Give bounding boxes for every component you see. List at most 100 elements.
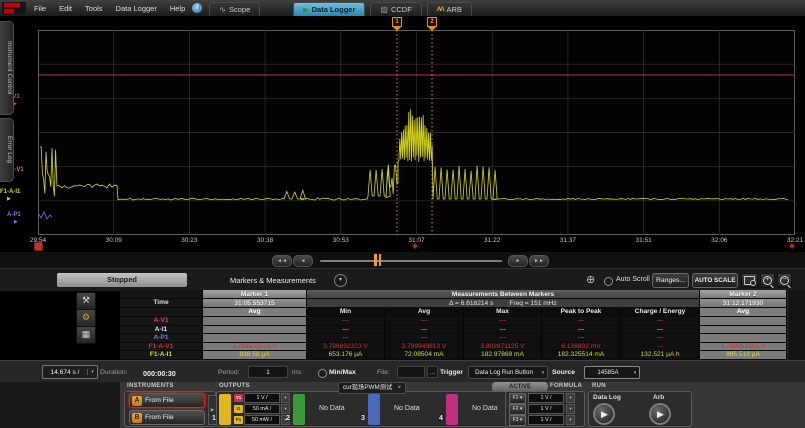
chevron-down-icon: ▾ (631, 370, 639, 376)
axis-marker1-dot (412, 243, 418, 249)
menu-data-logger[interactable]: Data Logger (116, 4, 157, 13)
marker-flag-2[interactable]: 2 (427, 17, 437, 30)
marker-flag-1[interactable]: 1 (392, 17, 402, 30)
info-icon[interactable]: i (192, 3, 202, 13)
menu-tools[interactable]: Tools (85, 4, 103, 13)
col-header-min: Min (307, 308, 385, 317)
screenshot-button[interactable] (741, 273, 758, 288)
output-scale-dropdown[interactable]: 50 mW / (244, 415, 280, 425)
no-data-label: No Data (394, 405, 420, 412)
chevron-down-icon[interactable]: ▾ (281, 393, 290, 403)
marker2-header: Marker 2 (700, 290, 787, 299)
play-button-data-log[interactable]: ▶ (593, 403, 615, 425)
menu-file[interactable]: File (34, 4, 46, 13)
formula-f3-button[interactable]: F3 ▾ (509, 415, 526, 426)
file-input[interactable] (397, 366, 425, 378)
instrument-label: From File (145, 397, 174, 404)
instrument-a-button[interactable]: AFrom File (129, 393, 205, 408)
row-label-a-i1: A-I1 (120, 326, 203, 335)
formula-row-f1: F1 ▾1 V /▾ (509, 393, 575, 403)
output-scale-dropdown[interactable]: 50 mA / (244, 404, 280, 414)
play-icon: ▶ (657, 409, 664, 420)
trigger-dropdown[interactable]: Data Log Run Button ▾ (468, 366, 548, 379)
menu-edit[interactable]: Edit (59, 4, 72, 13)
scroll-left-button[interactable]: ◄ (293, 255, 313, 267)
output-i1-icon: I1 (234, 405, 243, 413)
tab-ccdf[interactable]: ▧CCDF (370, 2, 421, 16)
app-tabs: ∿Scope ▶Data Logger ▧CCDF ΛΛARB (209, 0, 472, 16)
chevron-down-icon[interactable]: ▾ (334, 274, 347, 287)
formula-f2-button[interactable]: F2 ▾ (509, 404, 526, 415)
play-button-arb[interactable]: ▶ (649, 403, 671, 425)
stopped-button[interactable]: Stopped (57, 273, 187, 287)
zoom-out-button[interactable]: − (777, 273, 792, 288)
tab-data-logger[interactable]: ▶Data Logger (293, 2, 365, 16)
channel-bar-4[interactable] (446, 394, 458, 425)
chevron-down-icon: ▾ (87, 369, 97, 375)
bottom-left-blank (0, 382, 120, 428)
peak-to-peak-value-f1-a-i1: 182.325514 mA (542, 351, 621, 360)
formula-scale-dropdown[interactable]: 1 V / (528, 393, 564, 403)
instrument-b-button[interactable]: BFrom File (129, 410, 205, 425)
grid-icon[interactable]: ▦ (76, 326, 96, 344)
source-d ropdown[interactable]: 14585A ▾ (584, 366, 640, 379)
duration-value[interactable]: 000:00:30 (143, 369, 176, 378)
marker1-value-a-p1 (203, 334, 307, 343)
zoom-in-button[interactable]: + (760, 273, 775, 288)
ranges-button[interactable]: Ranges... (652, 273, 689, 288)
crosshair-icon[interactable]: ⊕ (586, 273, 595, 286)
chevron-down-icon[interactable]: ▾ (566, 393, 575, 403)
channel-bar-2[interactable] (293, 394, 305, 425)
x-axis-label: 31:51 (635, 237, 651, 244)
x-axis-label: 29:54 (30, 237, 46, 244)
scroll-far-left-button[interactable]: ◄◄ (272, 255, 292, 267)
peak-to-peak-value-a-v1: --- (542, 317, 621, 326)
menu-help[interactable]: Help (170, 4, 185, 13)
formula-scale-dropdown[interactable]: 1 V / (528, 404, 564, 414)
formula-f1-button[interactable]: F1 ▾ (509, 393, 526, 404)
avg-value-a-i1: --- (385, 326, 464, 335)
marker2-value-f1-a-i1: 895.518 µA (700, 351, 787, 360)
wrench-icon[interactable]: ⚒ (76, 292, 96, 310)
duration-label: Duration: (100, 369, 128, 376)
auto-scale-button[interactable]: AUTO SCALE (692, 273, 738, 288)
time-scale-button[interactable]: 14.674 s / ▾ (42, 365, 98, 379)
row-label-a-p1: A-P1 (120, 334, 203, 343)
scrollbar-track[interactable] (320, 260, 502, 262)
scrollbar-handle[interactable] (372, 254, 383, 266)
chevron-down-icon[interactable]: ▾ (566, 404, 575, 414)
chevron-down-icon[interactable]: ▾ (281, 404, 290, 414)
settings-icon[interactable]: ⚙ (76, 309, 96, 327)
tab-scope[interactable]: ∿Scope (209, 2, 260, 16)
min-value-a-v1: --- (307, 317, 385, 326)
channel-bar-1[interactable] (219, 394, 231, 425)
min-value-a-i1: --- (307, 326, 385, 335)
active-tab[interactable]: ACTIVE (492, 382, 548, 392)
sidebar-tab-instrument-control[interactable]: Instrument Control (0, 21, 14, 115)
minmax-radio[interactable] (318, 369, 327, 378)
auto-scroll-radio[interactable] (604, 277, 613, 286)
output-scale-dropdown[interactable]: 1 V / (244, 393, 280, 403)
x-axis-label: 31:37 (560, 237, 576, 244)
waveform-plot[interactable] (38, 30, 795, 235)
axis-marker2-dot (789, 243, 795, 249)
formula-scale-dropdown[interactable]: 1 V / (528, 415, 564, 425)
file-browse-button[interactable]: ... (427, 366, 438, 378)
marker-flag-tip-icon (393, 27, 401, 31)
channel-number-4: 4 (439, 415, 443, 422)
channel-bar-3[interactable] (368, 394, 380, 425)
close-icon[interactable]: × (397, 383, 401, 393)
chevron-down-icon[interactable]: ▾ (566, 415, 575, 425)
scroll-far-right-button[interactable]: ►► (529, 255, 549, 267)
file-label: File: (377, 369, 390, 376)
sidebar-tab-error-log[interactable]: Error Log (0, 118, 14, 182)
markers-measurements-menu[interactable]: Markers & Measurements (230, 276, 316, 285)
scroll-right-button[interactable]: ► (508, 255, 528, 267)
table-scrollbar[interactable] (787, 290, 805, 360)
x-axis-label: 32:21 (787, 237, 803, 244)
datalog-file-tab[interactable]: cur现场PWM测试 × (338, 382, 406, 394)
tab-arb[interactable]: ΛΛARB (427, 2, 472, 16)
time-row-label: Time (120, 299, 203, 308)
period-input[interactable]: 1 (248, 366, 288, 378)
x-axis-label: 31:22 (484, 237, 500, 244)
